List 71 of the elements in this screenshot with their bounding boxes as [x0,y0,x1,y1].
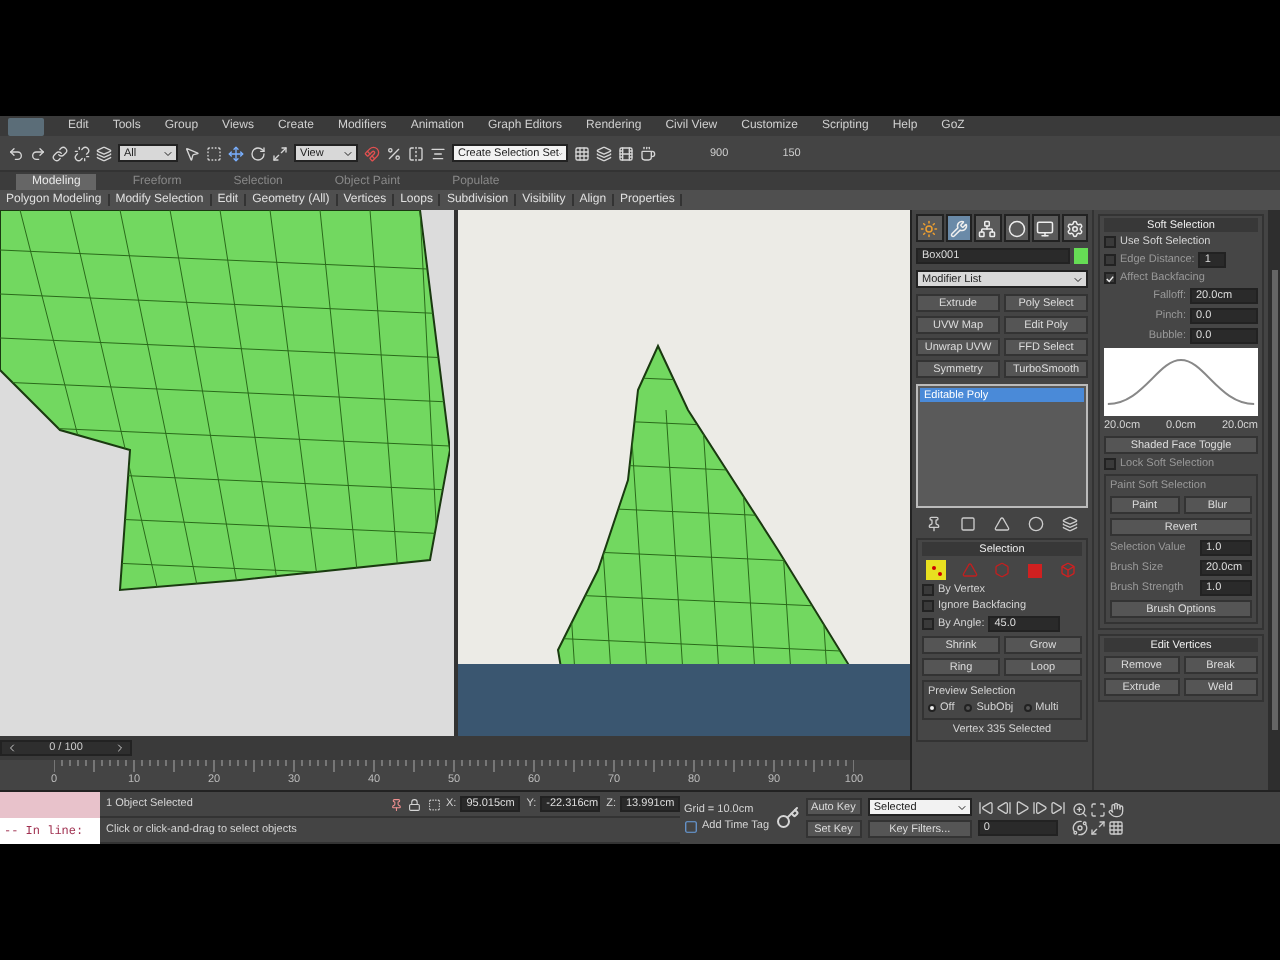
pin-icon[interactable] [925,515,942,531]
maximize-icon[interactable] [1089,819,1106,835]
panel-tab[interactable] [945,214,972,242]
pin-icon[interactable] [389,797,403,811]
radio-button[interactable] [928,704,936,712]
scrollbar[interactable] [1268,210,1280,790]
layers-icon[interactable] [596,145,612,161]
checkbox[interactable] [1104,254,1116,266]
checkbox[interactable] [1104,236,1116,248]
layers-icon[interactable] [96,145,112,161]
percent-icon[interactable] [386,145,402,161]
polygon-icon [1027,563,1042,577]
subobject-level-button[interactable] [926,560,947,580]
radio-button[interactable] [1023,704,1032,712]
monitor-icon[interactable] [1036,219,1055,237]
hierarchy-icon[interactable] [978,219,997,237]
panel-tab[interactable] [1003,214,1030,242]
panel-tab[interactable] [974,214,1001,242]
step-back-icon[interactable] [995,800,1012,816]
move-icon[interactable] [228,145,244,161]
skip-back-icon[interactable] [977,800,994,816]
zoom-icon[interactable] [1071,801,1088,817]
film-icon[interactable] [618,145,634,161]
caret-icon[interactable] [955,801,968,813]
panel-tab[interactable] [1061,214,1088,242]
caret-icon[interactable] [162,147,174,159]
sun-icon[interactable] [920,219,939,237]
link-icon[interactable] [52,145,68,161]
checkbox[interactable] [1104,272,1116,284]
viewport[interactable] [457,210,910,736]
selection-region-icon[interactable] [206,145,222,161]
caret-icon[interactable] [6,742,18,754]
scale-icon[interactable] [272,145,288,161]
caret-icon[interactable] [342,147,354,159]
grid-icon[interactable] [574,145,590,161]
redo-icon[interactable] [30,145,46,161]
caret-icon[interactable] [113,742,126,754]
caret-icon[interactable] [1072,273,1084,285]
time-tag-icon[interactable] [684,819,698,833]
play-icon[interactable] [1013,800,1030,816]
viewport[interactable] [0,210,453,736]
panel-tab[interactable] [916,214,943,242]
grid-icon[interactable] [1107,819,1124,835]
square-icon[interactable] [959,515,976,531]
undo-icon[interactable] [8,145,24,161]
checkbox[interactable] [1104,458,1116,470]
panel-tab[interactable] [1032,214,1059,242]
align-icon[interactable] [430,145,446,161]
unlink-icon[interactable] [74,145,90,161]
zoom-extents-icon[interactable] [1089,801,1106,817]
circle-icon[interactable] [1028,515,1045,531]
checkbox[interactable] [922,584,934,596]
orbit-icon[interactable] [1071,819,1088,835]
checkbox[interactable] [922,600,934,612]
key-icon[interactable] [775,806,800,830]
step-forward-icon[interactable] [1031,800,1048,816]
pan-icon[interactable] [1107,801,1124,817]
rotate-icon[interactable] [250,145,266,161]
settings-icon[interactable] [1065,219,1084,237]
skip-forward-icon[interactable] [1049,800,1066,816]
layers-icon[interactable] [1062,515,1079,531]
vertex-icon [929,563,944,577]
lock-icon[interactable] [408,797,422,811]
teapot-icon[interactable] [640,145,656,161]
radio-button[interactable] [964,704,973,712]
mirror-icon[interactable] [408,145,424,161]
magnet-icon[interactable] [364,145,380,161]
triangle-icon[interactable] [993,515,1010,531]
pointer-icon[interactable] [184,145,200,161]
object-color-swatch[interactable] [1073,248,1088,264]
checkbox[interactable] [922,618,934,630]
